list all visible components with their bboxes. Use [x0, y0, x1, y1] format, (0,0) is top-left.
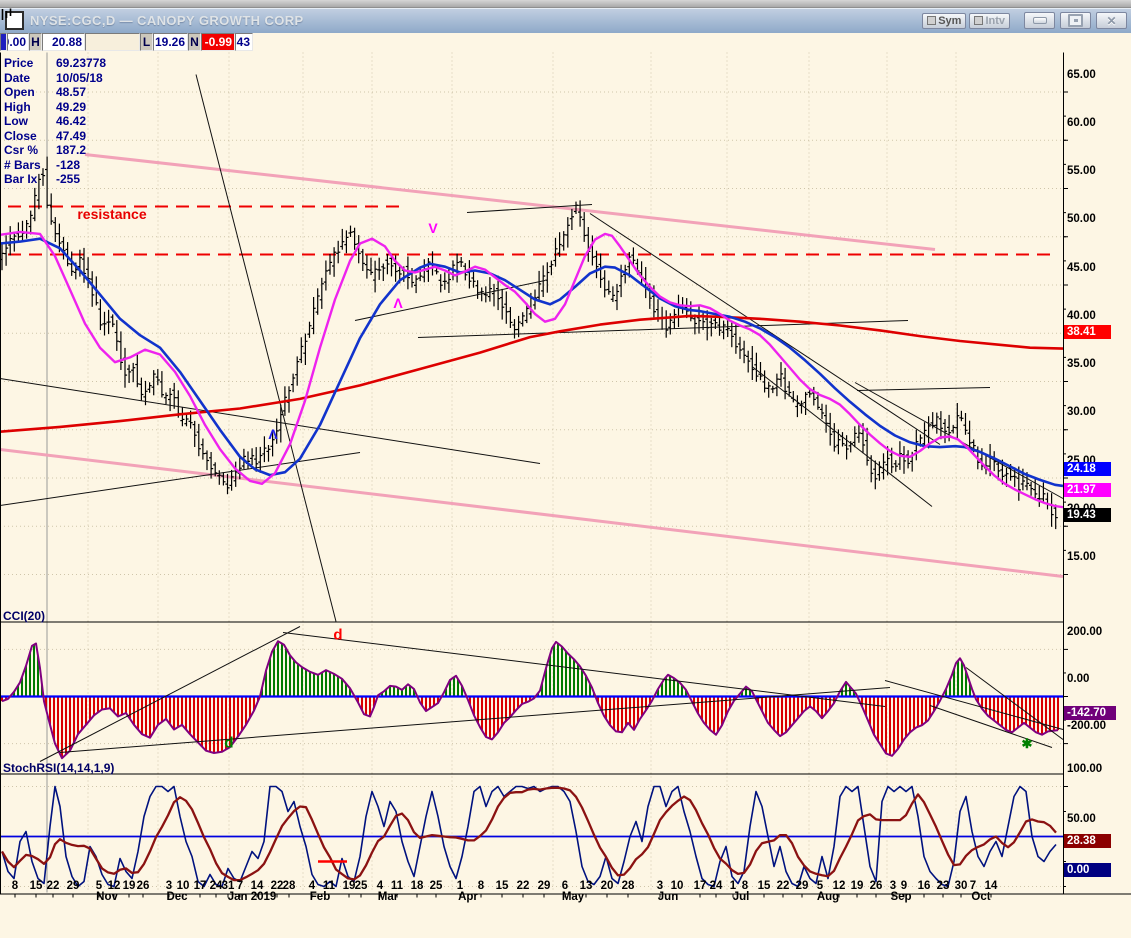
intv-button-label: Intv — [985, 14, 1005, 27]
cci-pane-label: CCI(20) — [3, 609, 46, 623]
intv-button-icon — [974, 16, 984, 25]
sym-button-icon — [927, 16, 937, 25]
cci-envelope-line — [1, 640, 1059, 760]
outer-frame-strip — [0, 0, 1131, 8]
axis-ticks-layer — [14, 91, 1068, 898]
window-title: NYSE:CGC,D — CANOPY GROWTH CORP — [30, 13, 304, 28]
cci-annotation-2: ✱ — [1021, 736, 1033, 751]
intv-button[interactable]: Intv — [969, 12, 1010, 29]
main-annotation-1: V — [428, 220, 438, 236]
main-annotation-2: Λ — [393, 295, 403, 311]
main-trendline-2 — [0, 452, 361, 506]
quote-high-label: H — [29, 33, 42, 51]
cci-annotation-1: d — [224, 734, 234, 752]
main-trendline-6 — [417, 320, 909, 338]
main-trendline-7 — [751, 366, 933, 507]
maximize-icon — [1068, 14, 1083, 27]
main-trendline-9 — [856, 387, 991, 391]
trend-channel-line-0 — [84, 153, 936, 251]
quote-net-value: -0.99 — [201, 33, 235, 51]
quote-strip: 0.00 H 20.88 L 19.26 N -0.99 .43 — [0, 33, 253, 53]
quote-high-value: 20.88 — [42, 33, 85, 51]
cci-trendline-3 — [884, 680, 1064, 730]
main-annotation-3: Λ — [268, 426, 278, 442]
quote-open-value: 0.00 — [7, 33, 29, 51]
chart-area[interactable] — [0, 33, 1131, 905]
window-titlebar[interactable]: NYSE:CGC,D — CANOPY GROWTH CORP Sym Intv… — [0, 8, 1131, 33]
stoch-d-line — [1, 786, 1057, 882]
sym-button[interactable]: Sym — [922, 12, 967, 29]
minimize-button[interactable] — [1024, 12, 1055, 29]
minimize-icon — [1032, 17, 1047, 24]
quote-color-chip — [0, 33, 7, 51]
candlestick-chart-icon[interactable] — [1, 8, 24, 30]
main-trendline-1 — [0, 378, 541, 464]
quote-net-label: N — [188, 33, 201, 51]
chart-canvas[interactable] — [0, 33, 1131, 938]
sym-button-label: Sym — [938, 14, 962, 27]
cci-annotation-0: d — [333, 626, 343, 644]
ohlc-bars-layer — [0, 156, 1058, 530]
maximize-button[interactable] — [1060, 12, 1091, 29]
chart-window: NYSE:CGC,D — CANOPY GROWTH CORP Sym Intv… — [0, 0, 1131, 905]
close-button[interactable]: ✕ — [1096, 12, 1127, 29]
quote-low-label: L — [140, 33, 153, 51]
quote-last-value: .43 — [235, 33, 253, 51]
main-annotation-0: resistance — [77, 206, 147, 222]
stochrsi-pane-label: StochRSI(14,14,1,9) — [3, 761, 115, 775]
main-trendline-0 — [195, 74, 337, 622]
quote-spacer-box — [85, 33, 140, 51]
close-icon: ✕ — [1106, 13, 1117, 28]
quote-low-value: 19.26 — [153, 33, 188, 51]
